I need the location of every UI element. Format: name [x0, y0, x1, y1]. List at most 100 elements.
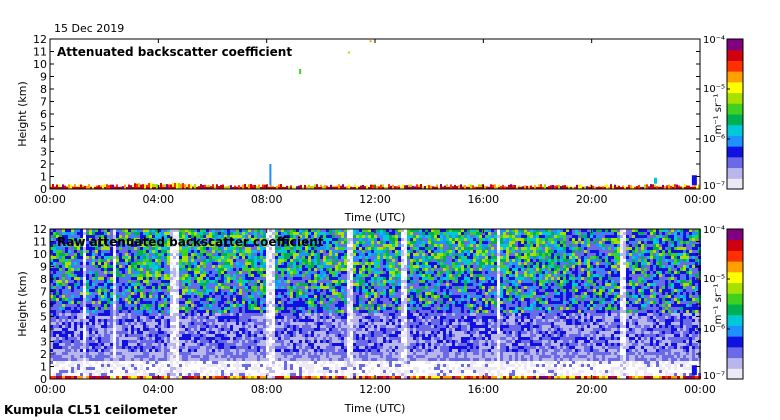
- heatmap-cell: [143, 307, 146, 310]
- heatmap-cell: [269, 322, 272, 325]
- heatmap-cell: [92, 271, 95, 274]
- heatmap-cell: [197, 262, 200, 265]
- heatmap-cell: [131, 325, 134, 328]
- heatmap-cell: [329, 247, 332, 250]
- heatmap-cell: [278, 343, 281, 346]
- heatmap-cell: [167, 319, 170, 322]
- heatmap-cell: [263, 292, 266, 295]
- heatmap-cell: [71, 265, 74, 268]
- heatmap-cell: [320, 316, 323, 319]
- heatmap-cell: [245, 337, 248, 340]
- heatmap-cell: [227, 358, 230, 361]
- heatmap-cell: [323, 289, 326, 292]
- heatmap-cell: [236, 313, 239, 316]
- heatmap-cell: [83, 295, 86, 298]
- heatmap-cell: [140, 313, 143, 316]
- heatmap-cell: [179, 316, 182, 319]
- heatmap-cell: [170, 295, 173, 298]
- heatmap-cell: [149, 259, 152, 262]
- heatmap-cell: [161, 328, 164, 331]
- heatmap-cell: [167, 322, 170, 325]
- heatmap-cell: [134, 349, 137, 352]
- heatmap-cell: [56, 325, 59, 328]
- heatmap-cell: [134, 340, 137, 343]
- heatmap-cell: [245, 364, 248, 367]
- heatmap-cell: [134, 307, 137, 310]
- heatmap-cell: [335, 256, 338, 259]
- heatmap-cell: [185, 301, 188, 304]
- heatmap-cell: [83, 262, 86, 265]
- heatmap-cell: [170, 277, 173, 280]
- heatmap-cell: [544, 184, 546, 189]
- heatmap-cell: [158, 265, 161, 268]
- heatmap-cell: [296, 271, 299, 274]
- heatmap-cell: [281, 304, 284, 307]
- heatmap-cell: [348, 184, 350, 189]
- heatmap-cell: [142, 184, 144, 189]
- heatmap-cell: [248, 283, 251, 286]
- heatmap-cell: [65, 298, 68, 301]
- heatmap-cell: [137, 271, 140, 274]
- heatmap-cell: [254, 337, 257, 340]
- heatmap-cell: [173, 256, 176, 259]
- heatmap-cell: [65, 265, 68, 268]
- heatmap-cell: [101, 337, 104, 340]
- heatmap-cell: [281, 283, 284, 286]
- heatmap-cell: [185, 283, 188, 286]
- heatmap-cell: [323, 322, 326, 325]
- heatmap-cell: [251, 268, 254, 271]
- heatmap-cell: [98, 340, 101, 343]
- heatmap-cell: [236, 325, 239, 328]
- heatmap-cell: [260, 322, 263, 325]
- heatmap-cell: [215, 259, 218, 262]
- heatmap-cell: [74, 322, 77, 325]
- heatmap-cell: [302, 307, 305, 310]
- heatmap-cell: [140, 340, 143, 343]
- heatmap-cell: [155, 307, 158, 310]
- heatmap-cell: [200, 256, 203, 259]
- heatmap-cell: [65, 340, 68, 343]
- heatmap-cell: [323, 253, 326, 256]
- heatmap-cell: [254, 334, 257, 337]
- heatmap-cell: [296, 349, 299, 352]
- heatmap-cell: [83, 250, 86, 253]
- heatmap-cell: [53, 283, 56, 286]
- heatmap-cell: [281, 289, 284, 292]
- heatmap-cell: [275, 283, 278, 286]
- heatmap-cell: [152, 319, 155, 322]
- heatmap-cell: [221, 352, 224, 355]
- heatmap-cell: [323, 250, 326, 253]
- heatmap-cell: [80, 361, 83, 364]
- heatmap-cell: [275, 301, 278, 304]
- heatmap-cell: [152, 349, 155, 352]
- y-tick-label: 11: [33, 46, 47, 59]
- heatmap-cell: [149, 316, 152, 319]
- heatmap-cell: [110, 322, 113, 325]
- heatmap-cell: [212, 361, 215, 364]
- heatmap-cell: [338, 286, 341, 289]
- heatmap-cell: [158, 370, 161, 373]
- heatmap-cell: [92, 262, 95, 265]
- heatmap-cell: [257, 304, 260, 307]
- heatmap-cell: [266, 367, 269, 370]
- heatmap-cell: [287, 325, 290, 328]
- heatmap-cell: [314, 361, 317, 364]
- heatmap-cell: [218, 346, 221, 349]
- heatmap-cell: [248, 346, 251, 349]
- heatmap-cell: [299, 352, 302, 355]
- heatmap-cell: [239, 319, 242, 322]
- heatmap-cell: [335, 274, 338, 277]
- heatmap-cell: [236, 373, 239, 376]
- heatmap-cell: [215, 328, 218, 331]
- heatmap-cell: [221, 331, 224, 334]
- heatmap-cell: [335, 301, 338, 304]
- heatmap-cell: [125, 256, 128, 259]
- heatmap-cell: [224, 271, 227, 274]
- heatmap-cell: [326, 307, 329, 310]
- heatmap-cell: [332, 343, 335, 346]
- heatmap-cell: [206, 346, 209, 349]
- heatmap-cell: [173, 319, 176, 322]
- heatmap-cell: [116, 319, 119, 322]
- heatmap-cell: [53, 310, 56, 313]
- heatmap-cell: [209, 355, 212, 358]
